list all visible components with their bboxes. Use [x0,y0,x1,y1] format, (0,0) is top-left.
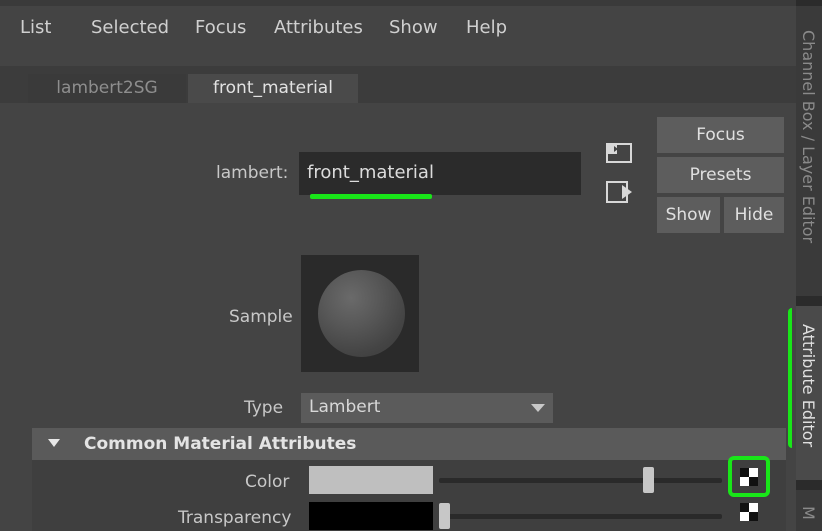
section-title: Common Material Attributes [84,434,357,454]
menu-bar: List Selected Focus Attributes Show Help [0,6,796,52]
transparency-map-icon[interactable] [740,503,758,521]
type-value: Lambert [309,397,381,417]
transparency-slider-handle[interactable] [439,503,450,529]
color-slider[interactable] [439,478,722,483]
type-label: Type [244,398,284,418]
tab-lambert2sg[interactable]: lambert2SG [28,74,186,103]
transparency-label: Transparency [178,508,292,528]
collapse-triangle-icon [48,439,60,447]
menu-focus[interactable]: Focus [195,17,246,38]
show-button[interactable]: Show [657,197,720,233]
menu-selected[interactable]: Selected [91,17,169,38]
side-tab-strip: Channel Box / Layer Editor Attribute Edi… [796,0,822,531]
focus-button[interactable]: Focus [657,117,784,153]
attribute-editor-tab-label: Attribute Editor [799,324,818,448]
other-tab-label: M [799,506,818,520]
channel-box-tab[interactable]: Channel Box / Layer Editor [796,6,822,296]
transparency-slider[interactable] [439,514,722,519]
attribute-editor-tab[interactable]: Attribute Editor [796,306,822,480]
material-sample-swatch [301,255,419,372]
menu-show[interactable]: Show [389,17,438,38]
highlight-arc [788,308,796,448]
input-connections-icon[interactable] [604,141,634,165]
highlight-box [728,456,770,497]
transparency-swatch[interactable] [309,502,433,530]
output-connections-icon[interactable] [604,179,634,205]
other-tab[interactable]: M [796,490,822,531]
type-dropdown[interactable]: Lambert [301,393,553,423]
presets-button[interactable]: Presets [657,157,784,193]
highlight-underline [310,194,432,199]
color-label: Color [245,472,290,492]
sample-sphere [318,270,405,357]
node-name-value: front_material [307,162,434,183]
color-swatch[interactable] [309,466,433,494]
dropdown-arrow-button[interactable] [523,393,553,423]
hide-button[interactable]: Hide [724,197,784,233]
color-slider-handle[interactable] [643,467,654,493]
menu-attributes[interactable]: Attributes [274,17,363,38]
node-type-label: lambert: [216,163,289,183]
dropdown-arrow-icon [531,404,545,412]
attribute-editor-panel: List Selected Focus Attributes Show Help… [0,0,796,531]
channel-box-tab-label: Channel Box / Layer Editor [799,30,818,244]
node-name-field[interactable]: front_material [299,152,581,195]
tab-front-material[interactable]: front_material [188,74,358,103]
menu-help[interactable]: Help [466,17,507,38]
sample-label: Sample [229,307,293,327]
menu-list[interactable]: List [20,17,51,38]
common-material-attributes-header[interactable]: Common Material Attributes [32,428,786,460]
